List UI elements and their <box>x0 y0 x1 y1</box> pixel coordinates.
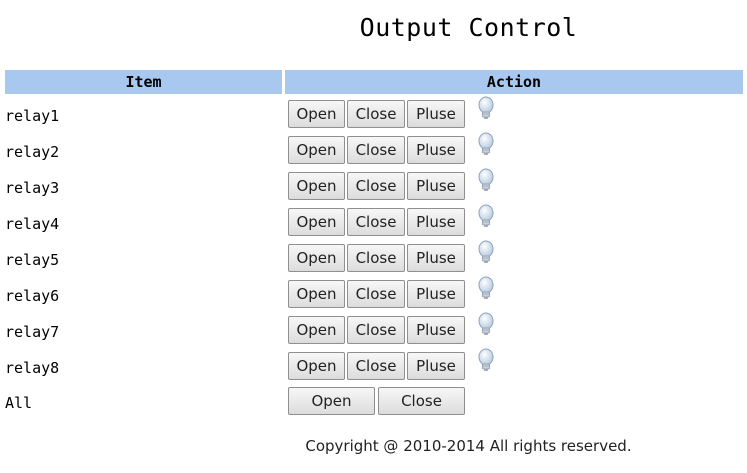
relay4-pluse-button[interactable]: Pluse <box>407 208 465 236</box>
lightbulb-icon <box>478 312 494 335</box>
relay3-close-button[interactable]: Close <box>347 172 405 200</box>
relay8-close-button[interactable]: Close <box>347 352 405 380</box>
relay8-pluse-button[interactable]: Pluse <box>407 352 465 380</box>
relay-label: relay7 <box>5 323 60 341</box>
relay-label: relay5 <box>5 251 60 269</box>
lightbulb-icon <box>478 96 494 119</box>
relay5-close-button[interactable]: Close <box>347 244 405 272</box>
relay2-pluse-button[interactable]: Pluse <box>407 136 465 164</box>
relay1-close-button[interactable]: Close <box>347 100 405 128</box>
all-label: All <box>5 394 33 412</box>
column-header-item: Item <box>5 70 282 94</box>
lightbulb-icon <box>478 348 494 371</box>
relay-label: relay4 <box>5 215 60 233</box>
relay-label: relay1 <box>5 107 60 125</box>
relay4-close-button[interactable]: Close <box>347 208 405 236</box>
relay-label: relay6 <box>5 287 60 305</box>
relay1-open-button[interactable]: Open <box>288 100 345 128</box>
relay5-open-button[interactable]: Open <box>288 244 345 272</box>
relay-label: relay3 <box>5 179 60 197</box>
relay8-open-button[interactable]: Open <box>288 352 345 380</box>
relay6-close-button[interactable]: Close <box>347 280 405 308</box>
relay1-pluse-button[interactable]: Pluse <box>407 100 465 128</box>
relay6-pluse-button[interactable]: Pluse <box>407 280 465 308</box>
relay3-pluse-button[interactable]: Pluse <box>407 172 465 200</box>
relay-row: relay7 Open Close Pluse <box>0 312 747 352</box>
relay5-pluse-button[interactable]: Pluse <box>407 244 465 272</box>
lightbulb-icon <box>478 204 494 227</box>
relay2-open-button[interactable]: Open <box>288 136 345 164</box>
all-open-button[interactable]: Open <box>288 387 375 415</box>
relay-row: relay2 Open Close Pluse <box>0 132 747 172</box>
relay-row: relay4 Open Close Pluse <box>0 204 747 244</box>
lightbulb-icon <box>478 168 494 191</box>
relay7-pluse-button[interactable]: Pluse <box>407 316 465 344</box>
relay-row: relay3 Open Close Pluse <box>0 168 747 208</box>
relay2-close-button[interactable]: Close <box>347 136 405 164</box>
relay7-open-button[interactable]: Open <box>288 316 345 344</box>
relay-row: relay5 Open Close Pluse <box>0 240 747 280</box>
lightbulb-icon <box>478 240 494 263</box>
lightbulb-icon <box>478 276 494 299</box>
lightbulb-icon <box>478 132 494 155</box>
relay-label: relay8 <box>5 359 60 377</box>
page-title: Output Control <box>359 13 578 42</box>
relay-label: relay2 <box>5 143 60 161</box>
column-header-action: Action <box>285 70 743 94</box>
relay-row: relay8 Open Close Pluse <box>0 348 747 388</box>
relay7-close-button[interactable]: Close <box>347 316 405 344</box>
all-close-button[interactable]: Close <box>378 387 465 415</box>
copyright-footer: Copyright @ 2010-2014 All rights reserve… <box>305 437 632 455</box>
relay6-open-button[interactable]: Open <box>288 280 345 308</box>
relay3-open-button[interactable]: Open <box>288 172 345 200</box>
relay-row: relay1 Open Close Pluse <box>0 96 747 136</box>
relay4-open-button[interactable]: Open <box>288 208 345 236</box>
all-row: All Open Close <box>0 387 747 423</box>
relay-row: relay6 Open Close Pluse <box>0 276 747 316</box>
